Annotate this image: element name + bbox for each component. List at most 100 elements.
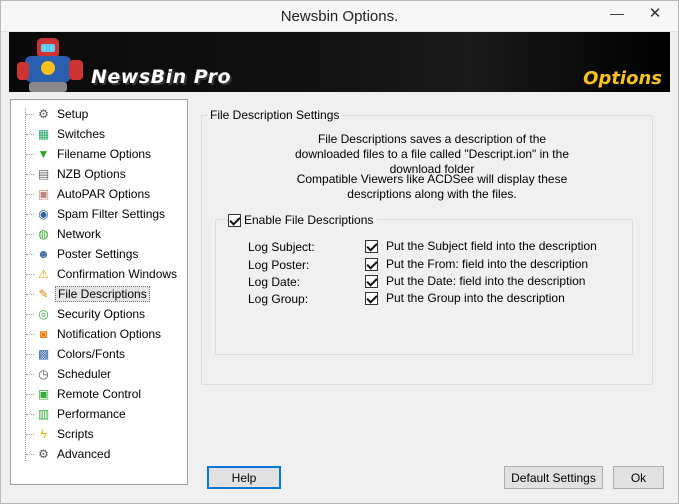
sidebar-item-label: Advanced bbox=[57, 447, 111, 461]
log-date-checkbox[interactable] bbox=[365, 274, 378, 288]
tree-branch bbox=[26, 134, 34, 135]
poster-icon: ☻ bbox=[37, 247, 50, 261]
log-group-desc: Put the Group into the description bbox=[386, 291, 565, 305]
tree-branch bbox=[26, 114, 34, 115]
sidebar-item-label: Colors/Fonts bbox=[57, 347, 126, 361]
tree-branch bbox=[26, 154, 34, 155]
sidebar-item-autopar-options[interactable]: ▣ AutoPAR Options bbox=[11, 184, 187, 204]
sidebar-item-remote-control[interactable]: ▣ Remote Control bbox=[11, 384, 187, 404]
switches-icon: ▦ bbox=[37, 127, 50, 141]
log-poster-checkbox[interactable] bbox=[365, 257, 378, 271]
log-group-label: Log Group: bbox=[248, 292, 309, 306]
enable-file-descriptions-checkbox[interactable]: Enable File Descriptions bbox=[228, 213, 378, 227]
options-tag: Options bbox=[583, 68, 662, 89]
section-title: File Description Settings bbox=[208, 108, 342, 122]
tree-branch bbox=[26, 234, 34, 235]
robot-mascot-icon bbox=[17, 38, 83, 92]
tree-branch bbox=[26, 254, 34, 255]
sidebar-item-label: Notification Options bbox=[57, 327, 162, 341]
header-banner: NewsBin Pro Options bbox=[9, 32, 670, 92]
tree-branch bbox=[26, 354, 34, 355]
log-subject-label: Log Subject: bbox=[248, 240, 315, 254]
sidebar-item-file-descriptions[interactable]: ✎ File Descriptions bbox=[11, 284, 187, 304]
sidebar-item-label: AutoPAR Options bbox=[57, 187, 151, 201]
nzb-icon: ▤ bbox=[37, 167, 50, 181]
sidebar-item-notification-options[interactable]: ◙ Notification Options bbox=[11, 324, 187, 344]
advanced-gear-icon: ⚙ bbox=[38, 447, 49, 461]
sidebar-item-label: File Descriptions bbox=[55, 286, 150, 302]
help-button[interactable]: Help bbox=[207, 466, 281, 489]
tree-branch bbox=[26, 274, 34, 275]
default-settings-button[interactable]: Default Settings bbox=[504, 466, 603, 489]
spam-filter-icon: ◉ bbox=[38, 207, 49, 221]
log-subject-option[interactable]: Put the Subject field into the descripti… bbox=[365, 239, 597, 253]
warning-icon: ⚠ bbox=[38, 267, 49, 281]
sidebar-item-security-options[interactable]: ◎ Security Options bbox=[11, 304, 187, 324]
sidebar-item-poster-settings[interactable]: ☻ Poster Settings bbox=[11, 244, 187, 264]
log-group-checkbox[interactable] bbox=[365, 291, 378, 305]
sidebar-item-label: Filename Options bbox=[57, 147, 152, 161]
sidebar-item-label: Poster Settings bbox=[57, 247, 139, 261]
log-poster-option[interactable]: Put the From: field into the description bbox=[365, 257, 588, 271]
sidebar-item-advanced[interactable]: ⚙ Advanced bbox=[11, 444, 187, 464]
rss-icon: ◙ bbox=[39, 327, 48, 341]
tree-branch bbox=[26, 294, 34, 295]
sidebar-item-setup[interactable]: ⚙ Setup bbox=[11, 104, 187, 124]
sidebar-item-nzb-options[interactable]: ▤ NZB Options bbox=[11, 164, 187, 184]
sidebar-item-colors-fonts[interactable]: ▩ Colors/Fonts bbox=[11, 344, 187, 364]
tree-branch bbox=[26, 454, 34, 455]
log-poster-desc: Put the From: field into the description bbox=[386, 257, 589, 271]
security-icon: ◎ bbox=[38, 307, 49, 321]
sidebar-item-label: Remote Control bbox=[57, 387, 142, 401]
log-date-desc: Put the Date: field into the description bbox=[386, 274, 586, 288]
sidebar-item-label: Switches bbox=[57, 127, 106, 141]
close-button[interactable]: ✕ bbox=[632, 1, 678, 25]
tree-branch bbox=[26, 194, 34, 195]
window-title: Newsbin Options. bbox=[280, 8, 399, 25]
log-subject-checkbox[interactable] bbox=[365, 239, 378, 253]
sidebar-item-label: Spam Filter Settings bbox=[57, 207, 166, 221]
log-date-label: Log Date: bbox=[248, 275, 301, 289]
options-sidebar: ⚙ Setup ▦ Switches ▼ Filename Options ▤ NZB Opt… bbox=[10, 99, 188, 485]
remote-control-icon: ▣ bbox=[37, 387, 50, 401]
tree-branch bbox=[26, 414, 34, 415]
sidebar-item-label: Scripts bbox=[57, 427, 94, 441]
lightning-icon: ϟ bbox=[40, 427, 47, 441]
ok-button[interactable]: Ok bbox=[613, 466, 664, 489]
tree-branch bbox=[26, 314, 34, 315]
performance-icon: ▥ bbox=[37, 407, 50, 421]
sidebar-item-scheduler[interactable]: ◷ Scheduler bbox=[11, 364, 187, 384]
gear-icon: ⚙ bbox=[38, 107, 49, 121]
sidebar-item-label: Network bbox=[57, 227, 102, 241]
options-window: Newsbin Options. — ✕ NewsBin Pro Options… bbox=[0, 0, 679, 504]
sidebar-item-switches[interactable]: ▦ Switches bbox=[11, 124, 187, 144]
colors-icon: ▩ bbox=[37, 347, 50, 361]
sidebar-item-filename-options[interactable]: ▼ Filename Options bbox=[11, 144, 187, 164]
network-icon: ◍ bbox=[38, 227, 49, 241]
sidebar-item-label: Scheduler bbox=[57, 367, 112, 381]
log-subject-desc: Put the Subject field into the descripti… bbox=[386, 239, 597, 253]
tree-branch bbox=[26, 174, 34, 175]
title-bar[interactable]: Newsbin Options. — ✕ bbox=[1, 1, 678, 32]
log-poster-label: Log Poster: bbox=[248, 258, 310, 272]
description-text-2: Compatible Viewers like ACDSee will disp… bbox=[296, 172, 568, 201]
tree-branch bbox=[26, 394, 34, 395]
sidebar-item-scripts[interactable]: ϟ Scripts bbox=[11, 424, 187, 444]
enable-label: Enable File Descriptions bbox=[244, 213, 374, 227]
sidebar-item-label: Performance bbox=[57, 407, 126, 421]
sidebar-item-spam-filter-settings[interactable]: ◉ Spam Filter Settings bbox=[11, 204, 187, 224]
sidebar-item-label: Setup bbox=[57, 107, 89, 121]
sidebar-item-performance[interactable]: ▥ Performance bbox=[11, 404, 187, 424]
tree-branch bbox=[26, 214, 34, 215]
enable-checkbox[interactable] bbox=[228, 213, 241, 227]
sidebar-item-confirmation-windows[interactable]: ⚠ Confirmation Windows bbox=[11, 264, 187, 284]
sidebar-item-label: NZB Options bbox=[57, 167, 126, 181]
sidebar-item-label: Security Options bbox=[57, 307, 146, 321]
clock-icon: ◷ bbox=[38, 367, 49, 381]
log-date-option[interactable]: Put the Date: field into the description bbox=[365, 274, 585, 288]
minimize-button[interactable]: — bbox=[602, 1, 632, 25]
file-descriptions-icon: ✎ bbox=[38, 287, 49, 301]
log-group-option[interactable]: Put the Group into the description bbox=[365, 291, 565, 305]
download-icon: ▼ bbox=[37, 147, 50, 161]
sidebar-item-network[interactable]: ◍ Network bbox=[11, 224, 187, 244]
